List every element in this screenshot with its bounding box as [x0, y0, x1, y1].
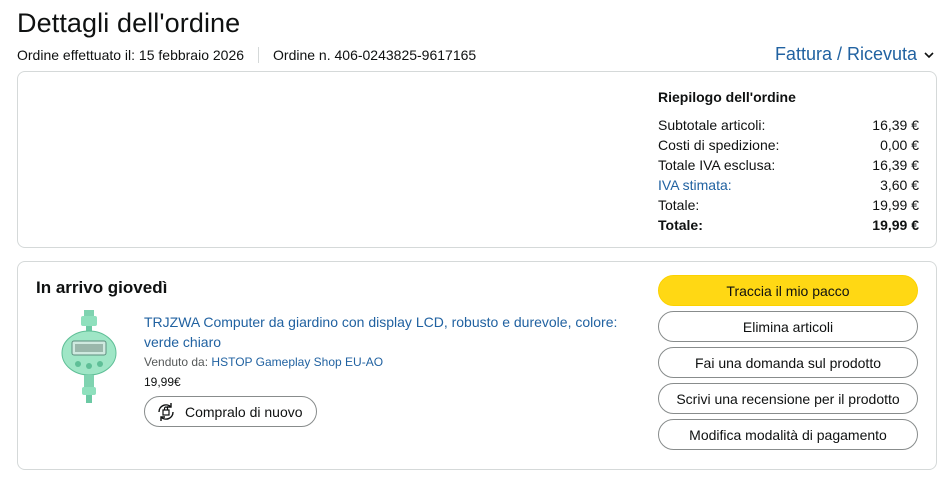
shipment-card: In arrivo giovedì TRJZWA Computer da gia… [17, 261, 937, 470]
summary-row-grand-total: Totale: 19,99 € [658, 215, 919, 235]
summary-value: 16,39 € [872, 157, 919, 173]
summary-row-shipping: Costi di spedizione: 0,00 € [658, 135, 919, 155]
summary-title: Riepilogo dell'ordine [658, 89, 796, 105]
remove-items-button[interactable]: Elimina articoli [658, 311, 918, 342]
summary-value: 3,60 € [880, 177, 919, 193]
write-review-button[interactable]: Scrivi una recensione per il prodotto [658, 383, 918, 414]
seller-info: Venduto da: HSTOP Gameplay Shop EU-AO [144, 355, 383, 369]
track-package-button[interactable]: Traccia il mio pacco [658, 275, 918, 306]
order-date: Ordine effettuato il: 15 febbraio 2026 [17, 47, 245, 63]
summary-value: 19,99 € [872, 217, 919, 233]
summary-label: Totale: [658, 197, 700, 213]
summary-label: Subtotale articoli: [658, 117, 766, 133]
buy-again-icon [158, 402, 174, 421]
chevron-down-icon [924, 51, 934, 58]
summary-rows: Subtotale articoli: 16,39 € Costi di spe… [658, 115, 919, 235]
summary-value: 16,39 € [872, 117, 919, 133]
invoice-label: Fattura / Ricevuta [774, 44, 917, 64]
buy-again-button[interactable]: Compralo di nuovo [144, 396, 317, 427]
summary-label: Totale: [658, 217, 703, 233]
sold-by-label: Venduto da: [144, 355, 209, 369]
buy-again-label: Compralo di nuovo [185, 403, 303, 420]
order-number: Ordine n. 406-0243825-9617165 [273, 47, 477, 63]
estimated-vat-link[interactable]: IVA stimata: [658, 175, 732, 195]
summary-row-total-excl-vat: Totale IVA esclusa: 16,39 € [658, 155, 919, 175]
change-payment-button[interactable]: Modifica modalità di pagamento [658, 419, 918, 450]
summary-value: 0,00 € [880, 137, 919, 153]
meta-divider [258, 47, 260, 63]
garden-timer-image[interactable] [54, 310, 124, 405]
summary-value: 19,99 € [872, 197, 919, 213]
product-title-link[interactable]: TRJZWA Computer da giardino con display … [144, 312, 634, 352]
summary-row-subtotal: Subtotale articoli: 16,39 € [658, 115, 919, 135]
summary-row-estimated-vat: IVA stimata: 3,60 € [658, 175, 919, 195]
order-meta: Ordine effettuato il: 15 febbraio 2026 O… [17, 47, 476, 63]
arrival-title: In arrivo giovedì [36, 278, 168, 297]
summary-label: Costi di spedizione: [658, 137, 780, 153]
order-summary-card: Riepilogo dell'ordine Subtotale articoli… [17, 71, 937, 248]
summary-row-total: Totale: 19,99 € [658, 195, 919, 215]
page-title: Dettagli dell'ordine [17, 8, 241, 38]
invoice-dropdown[interactable]: Fattura / Ricevuta [775, 44, 935, 65]
shipment-actions: Traccia il mio pacco Elimina articoli Fa… [658, 275, 918, 455]
seller-link[interactable]: HSTOP Gameplay Shop EU-AO [211, 355, 383, 369]
ask-question-button[interactable]: Fai una domanda sul prodotto [658, 347, 918, 378]
summary-label: Totale IVA esclusa: [658, 157, 776, 173]
product-price: 19,99€ [144, 375, 181, 389]
